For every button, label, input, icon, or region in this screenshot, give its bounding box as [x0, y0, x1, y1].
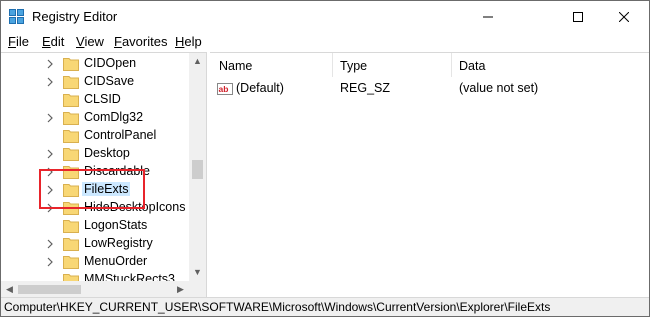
highlight-annotation-box — [39, 169, 145, 209]
tree-vertical-scrollbar[interactable]: ▲ ▼ — [189, 53, 206, 281]
key-path: Computer\HKEY_CURRENT_USER\SOFTWARE\Micr… — [4, 300, 551, 314]
tree-item[interactable]: Desktop — [1, 145, 189, 163]
folder-icon — [63, 220, 79, 233]
string-value-icon: ab — [217, 83, 233, 95]
tree-item[interactable]: CIDOpen — [1, 55, 189, 73]
tree-item[interactable]: CLSID — [1, 91, 189, 109]
value-name: (Default) — [236, 81, 284, 95]
close-button[interactable] — [601, 1, 647, 32]
window-title: Registry Editor — [32, 9, 118, 24]
folder-icon — [63, 94, 79, 107]
folder-icon — [63, 76, 79, 89]
column-header-type[interactable]: Type — [340, 59, 367, 73]
expand-chevron-icon[interactable] — [45, 113, 55, 123]
expand-chevron-icon[interactable] — [45, 149, 55, 159]
tree-item[interactable]: LogonStats — [1, 217, 189, 235]
tree-item[interactable]: ComDlg32 — [1, 109, 189, 127]
tree-item-label: CLSID — [84, 92, 121, 106]
folder-icon — [63, 130, 79, 143]
menu-help-label: elp — [184, 34, 202, 49]
tree-horizontal-scrollbar[interactable]: ◀ ▶ — [1, 281, 189, 298]
tree-item-label: Desktop — [84, 146, 130, 160]
maximize-button[interactable] — [555, 1, 601, 32]
tree-item[interactable]: MenuOrder — [1, 253, 189, 271]
scrollbar-corner — [189, 281, 206, 298]
key-tree-pane[interactable]: CIDOpen CIDSave CLSID ComDlg32 ControlPanel D… — [1, 52, 207, 298]
scroll-up-icon[interactable]: ▲ — [189, 53, 206, 70]
folder-icon — [63, 58, 79, 71]
folder-icon — [63, 238, 79, 251]
column-header-name[interactable]: Name — [219, 59, 252, 73]
value-row[interactable]: ab (Default) REG_SZ (value not set) — [210, 79, 649, 99]
menu-edit-accel: E — [42, 34, 51, 49]
menu-favorites-accel: F — [114, 34, 122, 49]
menu-view[interactable]: View — [75, 34, 105, 49]
expand-chevron-icon[interactable] — [45, 59, 55, 69]
tree-vertical-scroll-thumb[interactable] — [192, 160, 203, 179]
minimize-button[interactable] — [465, 1, 511, 32]
tree-item-label: CIDOpen — [84, 56, 137, 70]
folder-icon — [63, 148, 79, 161]
tree-item-label: ControlPanel — [84, 128, 157, 142]
close-icon — [619, 11, 629, 22]
menu-view-label: iew — [84, 34, 104, 49]
folder-icon — [63, 256, 79, 269]
scroll-right-icon[interactable]: ▶ — [172, 281, 189, 298]
folder-icon — [63, 112, 79, 125]
status-bar: Computer\HKEY_CURRENT_USER\SOFTWARE\Micr… — [1, 297, 649, 316]
column-divider[interactable] — [332, 53, 333, 77]
registry-editor-icon — [9, 9, 24, 24]
expand-chevron-icon[interactable] — [45, 77, 55, 87]
value-type: REG_SZ — [340, 81, 391, 95]
scroll-down-icon[interactable]: ▼ — [189, 264, 206, 281]
tree-horizontal-scroll-thumb[interactable] — [18, 285, 81, 294]
menu-file-label: ile — [15, 34, 29, 49]
minimize-icon — [483, 16, 493, 17]
column-header-data[interactable]: Data — [459, 59, 485, 73]
menu-file[interactable]: File — [7, 34, 30, 49]
value-data: (value not set) — [459, 81, 539, 95]
expand-chevron-icon[interactable] — [45, 257, 55, 267]
menu-edit-label: dit — [50, 34, 65, 49]
tree-item-label: MenuOrder — [84, 254, 148, 268]
tree-item[interactable]: CIDSave — [1, 73, 189, 91]
values-list-pane[interactable]: Name Type Data ab (Default) REG_SZ (valu… — [210, 52, 649, 298]
menu-help-accel: H — [175, 34, 185, 49]
registry-editor-window: Registry Editor File Edit View Favorites… — [0, 0, 650, 317]
svg-text:ab: ab — [219, 84, 229, 94]
tree-item[interactable]: ControlPanel — [1, 127, 189, 145]
tree-item[interactable]: LowRegistry — [1, 235, 189, 253]
scroll-left-icon[interactable]: ◀ — [1, 281, 18, 298]
tree-item-label: LowRegistry — [84, 236, 153, 250]
column-divider[interactable] — [451, 53, 452, 77]
menu-edit[interactable]: Edit — [41, 34, 65, 49]
menu-favorites-label: avorites — [121, 34, 168, 49]
tree-item-label: CIDSave — [84, 74, 135, 88]
menu-file-accel: F — [8, 34, 16, 49]
menu-bar: File Edit View Favorites Help — [1, 32, 649, 52]
maximize-icon — [573, 11, 583, 22]
menu-favorites[interactable]: Favorites — [113, 34, 168, 49]
tree-item-label: LogonStats — [84, 218, 148, 232]
menu-help[interactable]: Help — [174, 34, 203, 49]
expand-chevron-icon[interactable] — [45, 239, 55, 249]
tree-item-label: ComDlg32 — [84, 110, 144, 124]
title-bar[interactable]: Registry Editor — [1, 1, 649, 32]
